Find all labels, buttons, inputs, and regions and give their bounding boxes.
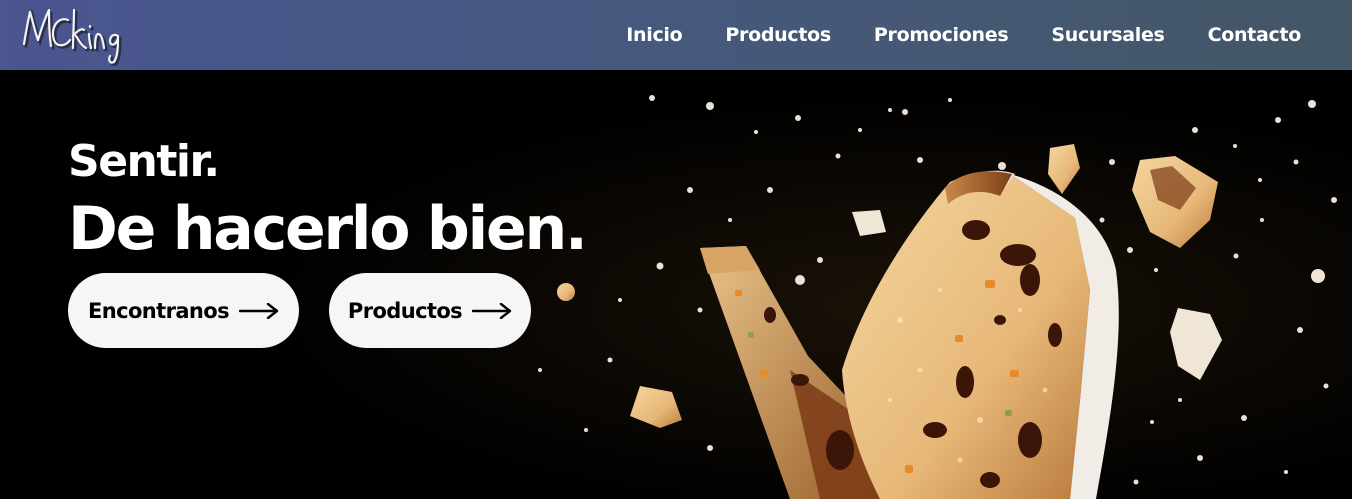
nav-item-promociones[interactable]: Promociones [874,24,1009,46]
nav-item-productos[interactable]: Productos [725,24,831,46]
arrow-right-icon [472,302,512,319]
nav-item-contacto[interactable]: Contacto [1208,24,1302,46]
encontranos-button-label: Encontranos [88,298,230,323]
productos-button-label: Productos [347,298,463,323]
navbar: Inicio Productos Promociones Sucursales … [0,0,1352,70]
hero-section: Sentir. De hacerlo bien. Encontranos Pro… [0,70,1352,499]
nav-item-inicio[interactable]: Inicio [626,24,682,46]
hero-headline-large: De hacerlo bien. [68,194,588,264]
logo-wordmark-icon [22,8,122,66]
productos-button[interactable]: Productos [329,273,531,348]
logo[interactable] [18,4,140,66]
arrow-right-icon [238,302,279,319]
nav-item-sucursales[interactable]: Sucursales [1051,24,1165,46]
main-nav: Inicio Productos Promociones Sucursales … [626,0,1352,70]
hero-headline-small: Sentir. [68,136,220,187]
encontranos-button[interactable]: Encontranos [68,273,299,348]
